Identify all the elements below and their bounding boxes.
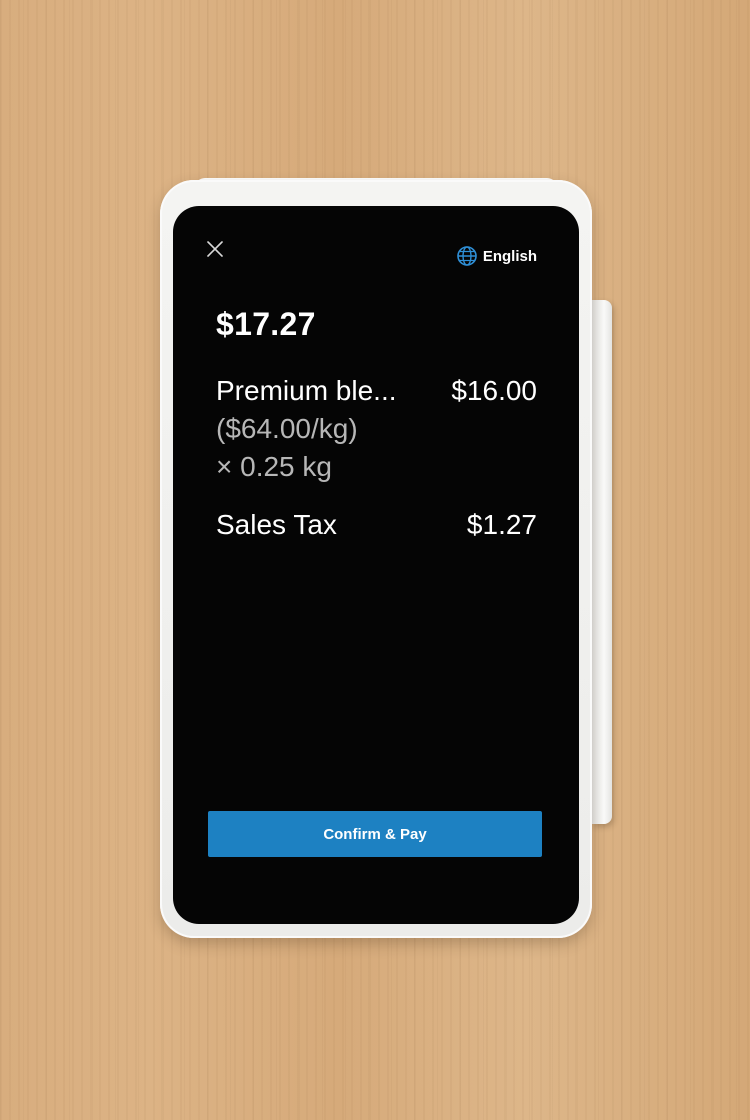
card-reader-slot: [592, 300, 612, 824]
line-item-row: Sales Tax $1.27: [216, 506, 537, 544]
terminal-screen: English $17.27 Premium ble... $16.00 ($6…: [173, 206, 579, 924]
language-label: English: [482, 247, 537, 265]
line-item-quantity: × 0.25 kg: [216, 451, 332, 482]
line-item-product: Premium ble... $16.00 ($64.00/kg) × 0.25…: [216, 372, 537, 486]
line-item-name: Premium ble...: [216, 375, 397, 406]
line-item-price: $1.27: [466, 509, 537, 540]
total-amount: $17.27: [216, 306, 316, 342]
line-item-tax: Sales Tax $1.27: [216, 506, 537, 544]
confirm-pay-button[interactable]: Confirm & Pay: [208, 811, 542, 857]
line-item-row: Premium ble... $16.00: [216, 372, 537, 410]
close-icon[interactable]: [206, 240, 224, 258]
line-item-unit-price: ($64.00/kg): [216, 413, 358, 444]
language-selector[interactable]: English: [457, 246, 537, 266]
line-item-name: Sales Tax: [216, 509, 337, 540]
globe-icon: [457, 246, 477, 266]
line-item-price: $16.00: [451, 375, 537, 406]
